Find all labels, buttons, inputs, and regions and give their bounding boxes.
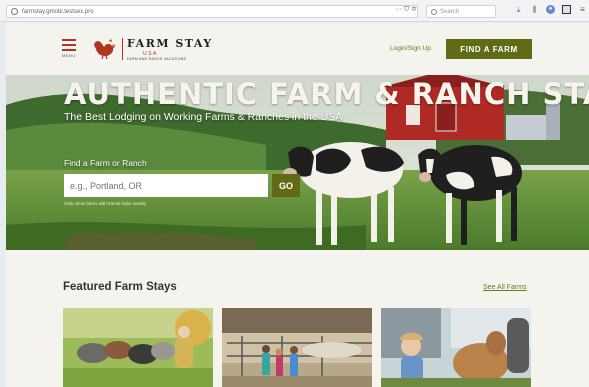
see-all-farms-link[interactable]: See All Farms (483, 284, 527, 291)
account-icon[interactable]: ● (546, 5, 555, 14)
find-a-farm-button[interactable]: FIND A FARM (446, 39, 532, 59)
overflow-icon[interactable]: ≡ (578, 5, 587, 14)
calf-photo (381, 308, 531, 387)
logo-divider (122, 38, 123, 60)
library-icon[interactable]: ⫼ (530, 5, 539, 14)
hero-subtitle: The Best Lodging on Working Farms & Ranc… (64, 111, 343, 123)
sidebar-icon[interactable] (562, 5, 571, 14)
address-bar[interactable]: farmstay.gmobi.testsex.pro (6, 5, 418, 18)
goats-photo (222, 308, 372, 387)
logo-title[interactable]: FARM STAY (127, 37, 213, 50)
browser-search-box[interactable]: Search (426, 5, 496, 18)
farm-card-sheep[interactable] (63, 308, 213, 387)
location-search-input[interactable] (64, 174, 268, 197)
site-header: MENU FARM STAY USA FARM AND RANCH VACATI… (6, 23, 589, 75)
download-icon[interactable]: ⤓ (514, 5, 523, 14)
menu-label: MENU (62, 53, 76, 58)
go-button[interactable]: GO (272, 174, 300, 197)
site-info-icon[interactable] (11, 8, 18, 15)
menu-button[interactable] (62, 39, 76, 54)
search-hint[interactable]: Only show farms with transit hubs nearby (64, 201, 146, 206)
farm-card-calf[interactable] (381, 308, 531, 387)
hero-title: AUTHENTIC FARM & RANCH STAYS (64, 77, 589, 111)
rooster-logo-icon[interactable] (91, 37, 117, 59)
hero-banner: AUTHENTIC FARM & RANCH STAYS The Best Lo… (6, 75, 589, 250)
url-text: farmstay.gmobi.testsex.pro (22, 8, 94, 15)
login-signup-link[interactable]: Login/Sign Up (390, 45, 431, 52)
browser-toolbar: farmstay.gmobi.testsex.pro ··· ⛉ ☆ Searc… (0, 0, 589, 22)
logo-tagline: FARM AND RANCH VACATIONS (127, 57, 187, 61)
search-label: Find a Farm or Ranch (64, 158, 147, 168)
page-actions[interactable]: ··· ⛉ ☆ (395, 6, 417, 14)
farm-card-goats[interactable] (222, 308, 372, 387)
browser-search-placeholder: Search (440, 8, 460, 15)
featured-section-title: Featured Farm Stays (63, 281, 177, 293)
web-page: MENU FARM STAY USA FARM AND RANCH VACATI… (6, 23, 589, 387)
search-icon (431, 8, 437, 15)
sheep-photo (63, 308, 213, 387)
